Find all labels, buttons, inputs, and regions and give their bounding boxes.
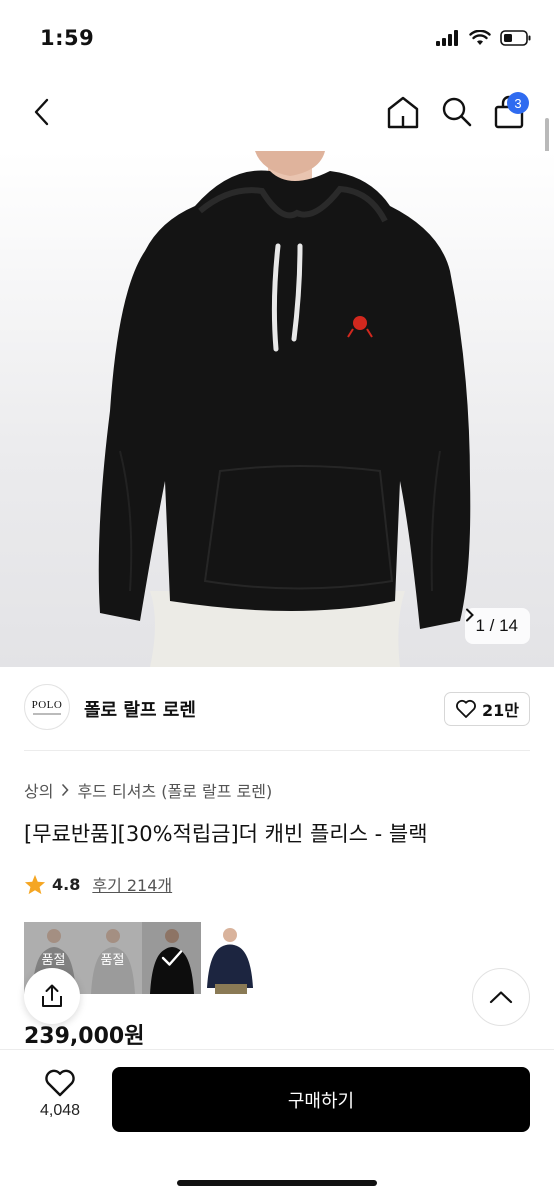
product-photo (98, 151, 471, 667)
signal-icon (436, 30, 458, 46)
rating-value: 4.8 (52, 874, 81, 894)
brand-row: POLO 폴로 랄프 로렌 21만 (24, 684, 530, 732)
home-indicator (177, 1180, 377, 1186)
checkmark-icon (161, 950, 182, 966)
heart-icon (456, 699, 476, 718)
pager-text: 1 / 14 (475, 616, 518, 635)
chevron-up-icon (489, 991, 513, 1004)
status-bar: 1:59 (0, 0, 554, 80)
reviews-link[interactable]: 후기 214개 (92, 872, 172, 896)
share-icon (42, 984, 62, 1007)
chevron-right-icon (62, 784, 70, 796)
brand-logo-underline (33, 713, 61, 715)
back-icon (34, 98, 49, 126)
divider (24, 750, 530, 751)
brand-like-button[interactable]: 21만 (444, 692, 530, 726)
rating-row: 4.8 후기 214개 (24, 872, 172, 896)
chevron-right-icon (466, 608, 475, 622)
cart-count-badge: 3 (507, 92, 529, 114)
brand-logo-text: POLO (31, 699, 63, 711)
wishlist-count: 4,048 (39, 1102, 81, 1119)
swatch-navy[interactable] (201, 922, 260, 994)
heart-icon (45, 1069, 75, 1097)
share-button[interactable] (24, 968, 80, 1024)
product-image-gallery[interactable]: 1 / 14 (0, 151, 554, 667)
scroll-top-button[interactable] (472, 968, 530, 1026)
product-price: 239,000원 (24, 1024, 145, 1049)
wifi-icon (469, 30, 491, 45)
search-icon (442, 97, 472, 127)
swatch-image (201, 922, 260, 994)
battery-icon (500, 30, 531, 46)
wishlist-button[interactable]: 4,048 (30, 1068, 90, 1128)
sold-out-overlay: 품절 (83, 922, 142, 994)
brand-like-count: 21만 (482, 701, 519, 720)
breadcrumb-subcategory[interactable]: 후드 티셔츠 (폴로 랄프 로렌) (77, 778, 272, 802)
product-title: [무료반품][30%적립금]더 캐빈 플리스 - 블랙 (24, 822, 428, 846)
swatch-black[interactable] (142, 922, 201, 994)
home-button[interactable] (386, 94, 420, 130)
status-icons (436, 30, 532, 46)
breadcrumb: 상의 후드 티셔츠 (폴로 랄프 로렌) (24, 778, 272, 802)
nav-bar (0, 84, 554, 140)
breadcrumb-category[interactable]: 상의 (24, 778, 53, 802)
buy-button[interactable]: 구매하기 (112, 1067, 530, 1132)
swatch-light-grey[interactable]: 품절 (83, 922, 142, 994)
selected-overlay (142, 922, 201, 994)
star-icon (24, 874, 46, 894)
status-time: 1:59 (40, 26, 95, 50)
back-button[interactable] (26, 94, 60, 130)
brand-name[interactable]: 폴로 랄프 로렌 (84, 696, 196, 722)
search-button[interactable] (440, 94, 474, 130)
brand-logo[interactable]: POLO (24, 684, 70, 730)
gallery-pager[interactable]: 1 / 14 (465, 608, 530, 644)
home-icon (387, 96, 419, 129)
